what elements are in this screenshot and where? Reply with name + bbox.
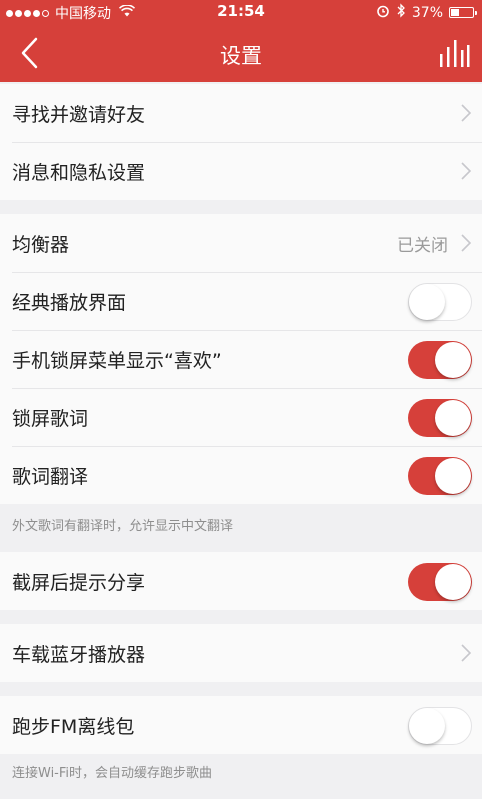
lyrics-translation-toggle[interactable] xyxy=(408,457,472,495)
section-social: 寻找并邀请好友 消息和隐私设置 xyxy=(0,84,482,200)
row-label: 消息和隐私设置 xyxy=(12,161,146,184)
chevron-right-icon xyxy=(461,234,472,252)
now-playing-button[interactable] xyxy=(438,38,470,68)
running-fm-row: 跑步FM离线包 xyxy=(0,696,482,754)
equalizer-status: 已关闭 xyxy=(397,235,448,256)
status-bar: 中国移动 21:54 37% xyxy=(0,0,482,24)
screenshot-share-toggle[interactable] xyxy=(408,563,472,601)
alarm-icon xyxy=(376,4,390,22)
running-fm-toggle[interactable] xyxy=(408,707,472,745)
running-fm-note: 连接Wi-Fi时，会自动缓存跑步歌曲 xyxy=(12,766,213,781)
row-label: 均衡器 xyxy=(12,233,70,256)
equalizer-row[interactable]: 均衡器 已关闭 xyxy=(0,214,482,272)
lockscreen-lyrics-row: 锁屏歌词 xyxy=(0,388,482,446)
lockscreen-like-toggle[interactable] xyxy=(408,341,472,379)
chevron-right-icon xyxy=(461,162,472,180)
section-playback: 均衡器 已关闭 经典播放界面 手机锁屏菜单显示“喜欢” 锁屏歌词 歌词翻译 xyxy=(0,214,482,504)
lyrics-translation-note: 外文歌词有翻译时，允许显示中文翻译 xyxy=(12,519,234,534)
bluetooth-icon xyxy=(396,3,406,22)
row-label: 跑步FM离线包 xyxy=(12,715,135,738)
equalizer-bars-icon xyxy=(440,40,470,67)
lockscreen-lyrics-toggle[interactable] xyxy=(408,399,472,437)
section-share: 截屏后提示分享 xyxy=(0,552,482,610)
battery-icon xyxy=(449,7,477,18)
classic-player-toggle[interactable] xyxy=(408,283,472,321)
message-privacy-row[interactable]: 消息和隐私设置 xyxy=(0,142,482,200)
nav-bar: 设置 xyxy=(0,24,482,82)
page-title: 设置 xyxy=(220,44,262,68)
chevron-right-icon xyxy=(461,644,472,662)
screenshot-share-row: 截屏后提示分享 xyxy=(0,552,482,610)
row-label: 截屏后提示分享 xyxy=(12,571,146,594)
lyrics-translation-row: 歌词翻译 xyxy=(0,446,482,504)
find-invite-friends-row[interactable]: 寻找并邀请好友 xyxy=(0,84,482,142)
car-bluetooth-row[interactable]: 车载蓝牙播放器 xyxy=(0,624,482,682)
chevron-right-icon xyxy=(461,104,472,122)
row-label: 手机锁屏菜单显示“喜欢” xyxy=(12,349,222,372)
battery-percent: 37% xyxy=(411,4,443,21)
section-running: 跑步FM离线包 xyxy=(0,696,482,754)
section-car: 车载蓝牙播放器 xyxy=(0,624,482,682)
lockscreen-like-row: 手机锁屏菜单显示“喜欢” xyxy=(0,330,482,388)
row-label: 车载蓝牙播放器 xyxy=(12,643,146,666)
classic-player-row: 经典播放界面 xyxy=(0,272,482,330)
status-right: 37% xyxy=(376,3,477,22)
row-label: 歌词翻译 xyxy=(12,465,89,488)
header: 中国移动 21:54 37% 设置 xyxy=(0,0,482,82)
row-label: 锁屏歌词 xyxy=(12,407,89,430)
row-label: 经典播放界面 xyxy=(12,291,127,314)
row-label: 寻找并邀请好友 xyxy=(12,103,146,126)
